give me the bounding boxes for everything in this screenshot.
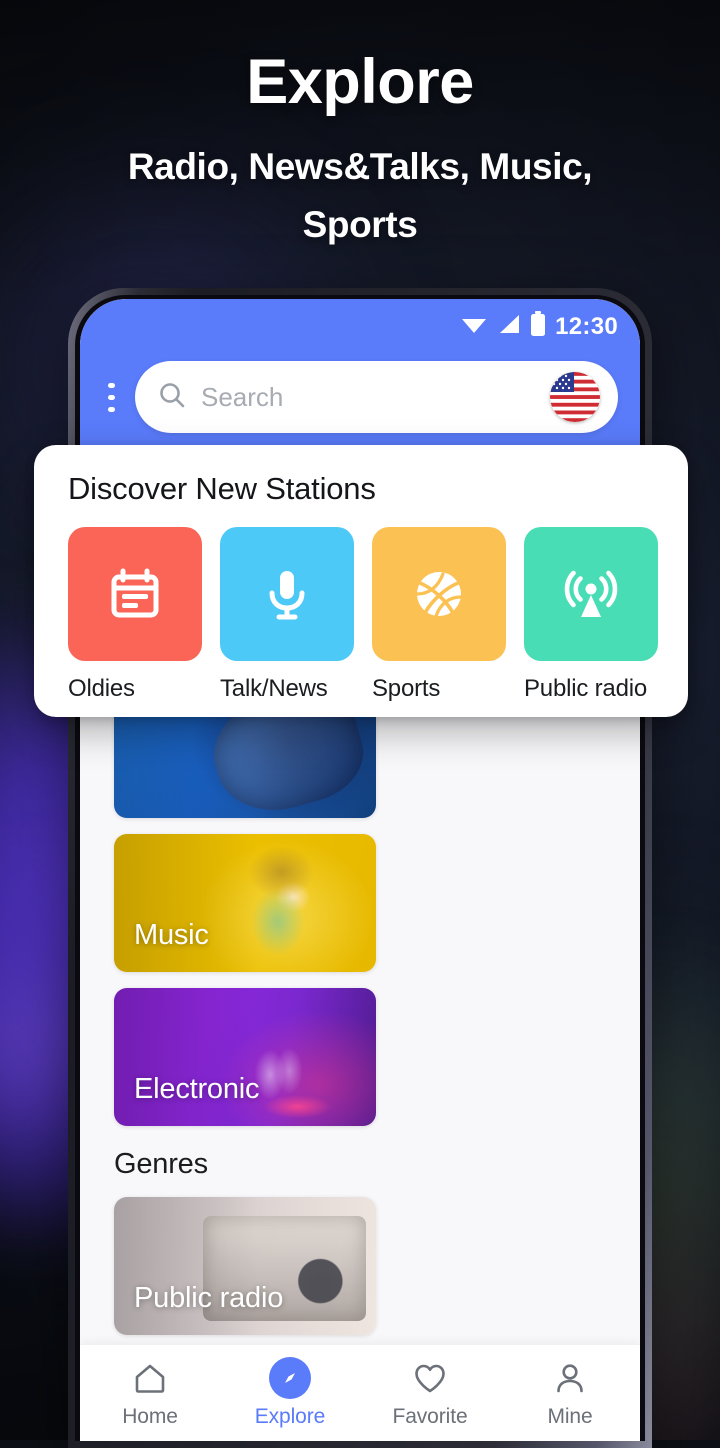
category-tile-public-radio[interactable] — [524, 527, 658, 661]
nav-label: Explore — [254, 1405, 326, 1428]
category-talk-news[interactable]: Talk/News — [220, 527, 354, 703]
nav-item-explore[interactable]: Explore — [220, 1357, 360, 1429]
wifi-icon — [460, 313, 488, 340]
category-public-radio[interactable]: Public radio — [524, 527, 658, 703]
discover-new-stations-card: Discover New Stations Oldies Talk/News S… — [34, 445, 688, 717]
nav-label: Mine — [547, 1405, 593, 1428]
heart-icon — [409, 1357, 451, 1399]
page-title: Explore — [246, 47, 474, 117]
search-bar[interactable] — [135, 361, 618, 433]
tile-music[interactable]: Music — [114, 834, 376, 972]
menu-bar-3 — [108, 406, 115, 412]
nav-label: Favorite — [392, 1405, 468, 1428]
bottom-navigation-bar: Home Explore Favorite Mine — [80, 1345, 640, 1441]
home-icon — [129, 1357, 171, 1399]
section-title-genres: Genres — [114, 1148, 208, 1180]
discover-category-list: Oldies Talk/News Sports Public radio — [34, 507, 688, 703]
category-tile-talk-news[interactable] — [220, 527, 354, 661]
menu-bar-2 — [108, 394, 115, 400]
hamburger-menu-icon[interactable] — [102, 369, 121, 425]
tile-public-radio[interactable]: Public radio — [114, 1197, 376, 1335]
calendar-news-icon — [111, 568, 159, 618]
category-label: Oldies — [68, 675, 135, 702]
category-sports[interactable]: Sports — [372, 527, 506, 703]
app-bar: 12:30 — [80, 299, 640, 455]
category-label: Talk/News — [220, 675, 328, 702]
person-icon — [549, 1357, 591, 1399]
broadcast-icon — [564, 570, 618, 617]
app-bar-row — [80, 355, 640, 439]
tile-label: Music — [134, 919, 209, 951]
compass-icon — [269, 1357, 311, 1399]
battery-icon — [530, 311, 546, 342]
status-bar: 12:30 — [460, 311, 618, 342]
search-icon — [157, 380, 187, 415]
tile-label: Electronic — [134, 1073, 260, 1105]
status-bar-time: 12:30 — [555, 312, 618, 340]
nav-item-favorite[interactable]: Favorite — [360, 1357, 500, 1429]
category-tile-oldies[interactable] — [68, 527, 202, 661]
nav-item-mine[interactable]: Mine — [500, 1357, 640, 1429]
basketball-icon — [415, 572, 463, 618]
search-input[interactable] — [201, 381, 536, 413]
tile-label — [114, 798, 134, 818]
tile-label: Public radio — [134, 1282, 284, 1314]
menu-bar-1 — [108, 382, 115, 388]
signal-icon — [497, 313, 521, 340]
category-oldies[interactable]: Oldies — [68, 527, 202, 703]
category-label: Sports — [372, 675, 441, 702]
discover-card-title: Discover New Stations — [68, 471, 376, 506]
page-subtitle: Radio, News&Talks, Music, Sports — [127, 146, 593, 245]
nav-item-home[interactable]: Home — [80, 1357, 220, 1429]
microphone-icon — [269, 571, 305, 620]
nav-label: Home — [122, 1405, 178, 1428]
promo-header: Explore Radio, News&Talks, Music, Sports — [0, 0, 720, 254]
category-tile-sports[interactable] — [372, 527, 506, 661]
tile-electronic[interactable]: Electronic — [114, 988, 376, 1126]
category-label: Public radio — [524, 675, 648, 702]
us-flag-icon[interactable] — [550, 372, 600, 422]
